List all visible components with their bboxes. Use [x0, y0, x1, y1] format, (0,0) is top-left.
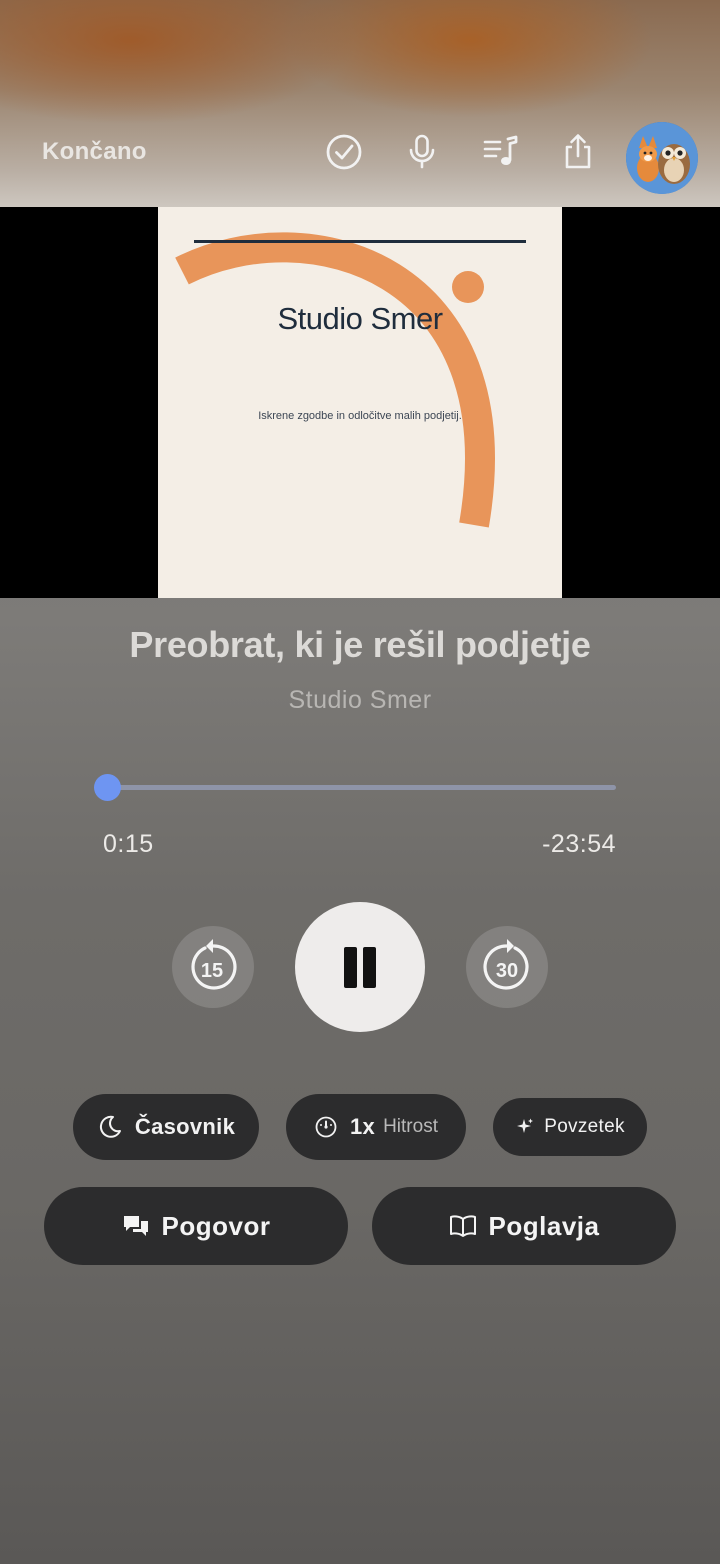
speed-label: Hitrost [383, 1116, 438, 1137]
skip-forward-30-icon: 30 [483, 939, 529, 990]
show-name[interactable]: Studio Smer [0, 686, 720, 715]
speed-value: 1x [350, 1114, 376, 1139]
pause-icon-left [344, 947, 357, 988]
share-icon[interactable] [558, 132, 598, 172]
sleep-timer-label: Časovnik [134, 1114, 236, 1139]
top-bar: Končano [0, 108, 720, 198]
remaining-time: -23:54 [542, 830, 616, 858]
avatar[interactable] [626, 122, 698, 194]
conversation-label: Pogovor [161, 1210, 271, 1241]
chat-bubbles-icon [123, 1216, 148, 1236]
progress-thumb[interactable] [94, 774, 121, 801]
summary-label: Povzetek [544, 1116, 625, 1137]
summary-button[interactable]: Povzetek [493, 1098, 647, 1156]
sparkles-icon [517, 1118, 534, 1133]
open-book-icon [449, 1215, 476, 1237]
artwork-rule [194, 240, 526, 243]
progress-slider[interactable] [108, 785, 616, 790]
chapters-button[interactable]: Poglavja [372, 1187, 676, 1265]
elapsed-time: 0:15 [103, 830, 154, 858]
fox-owl-illustration [626, 122, 698, 194]
artwork-title: Studio Smer [277, 301, 443, 336]
microphone-icon[interactable] [402, 132, 442, 172]
podcast-artwork: Studio Smer Iskrene zgodbe in odločitve … [158, 207, 562, 598]
skip-forward-button[interactable]: 30 [466, 926, 548, 1008]
episode-title: Preobrat, ki je rešil podjetje [129, 624, 591, 665]
artwork-arc-decoration [175, 232, 495, 528]
pause-button[interactable] [295, 902, 425, 1032]
speedometer-icon [315, 1116, 337, 1138]
playlist-icon[interactable] [480, 132, 520, 172]
skip-back-15-icon: 15 [191, 939, 237, 990]
done-button[interactable]: Končano [42, 138, 147, 166]
moon-icon [99, 1115, 121, 1138]
checkmark-circle-icon[interactable] [324, 132, 364, 172]
svg-text:15: 15 [201, 960, 223, 982]
pause-icon-right [363, 947, 376, 988]
conversation-button[interactable]: Pogovor [44, 1187, 348, 1265]
skip-back-button[interactable]: 15 [172, 926, 254, 1008]
playback-speed-button[interactable]: 1x Hitrost [286, 1094, 466, 1160]
artwork-subtitle: Iskrene zgodbe in odločitve malih podjet… [258, 410, 462, 422]
chapters-label: Poglavja [488, 1210, 600, 1241]
svg-text:30: 30 [496, 960, 518, 982]
sleep-timer-button[interactable]: Časovnik [73, 1094, 259, 1160]
